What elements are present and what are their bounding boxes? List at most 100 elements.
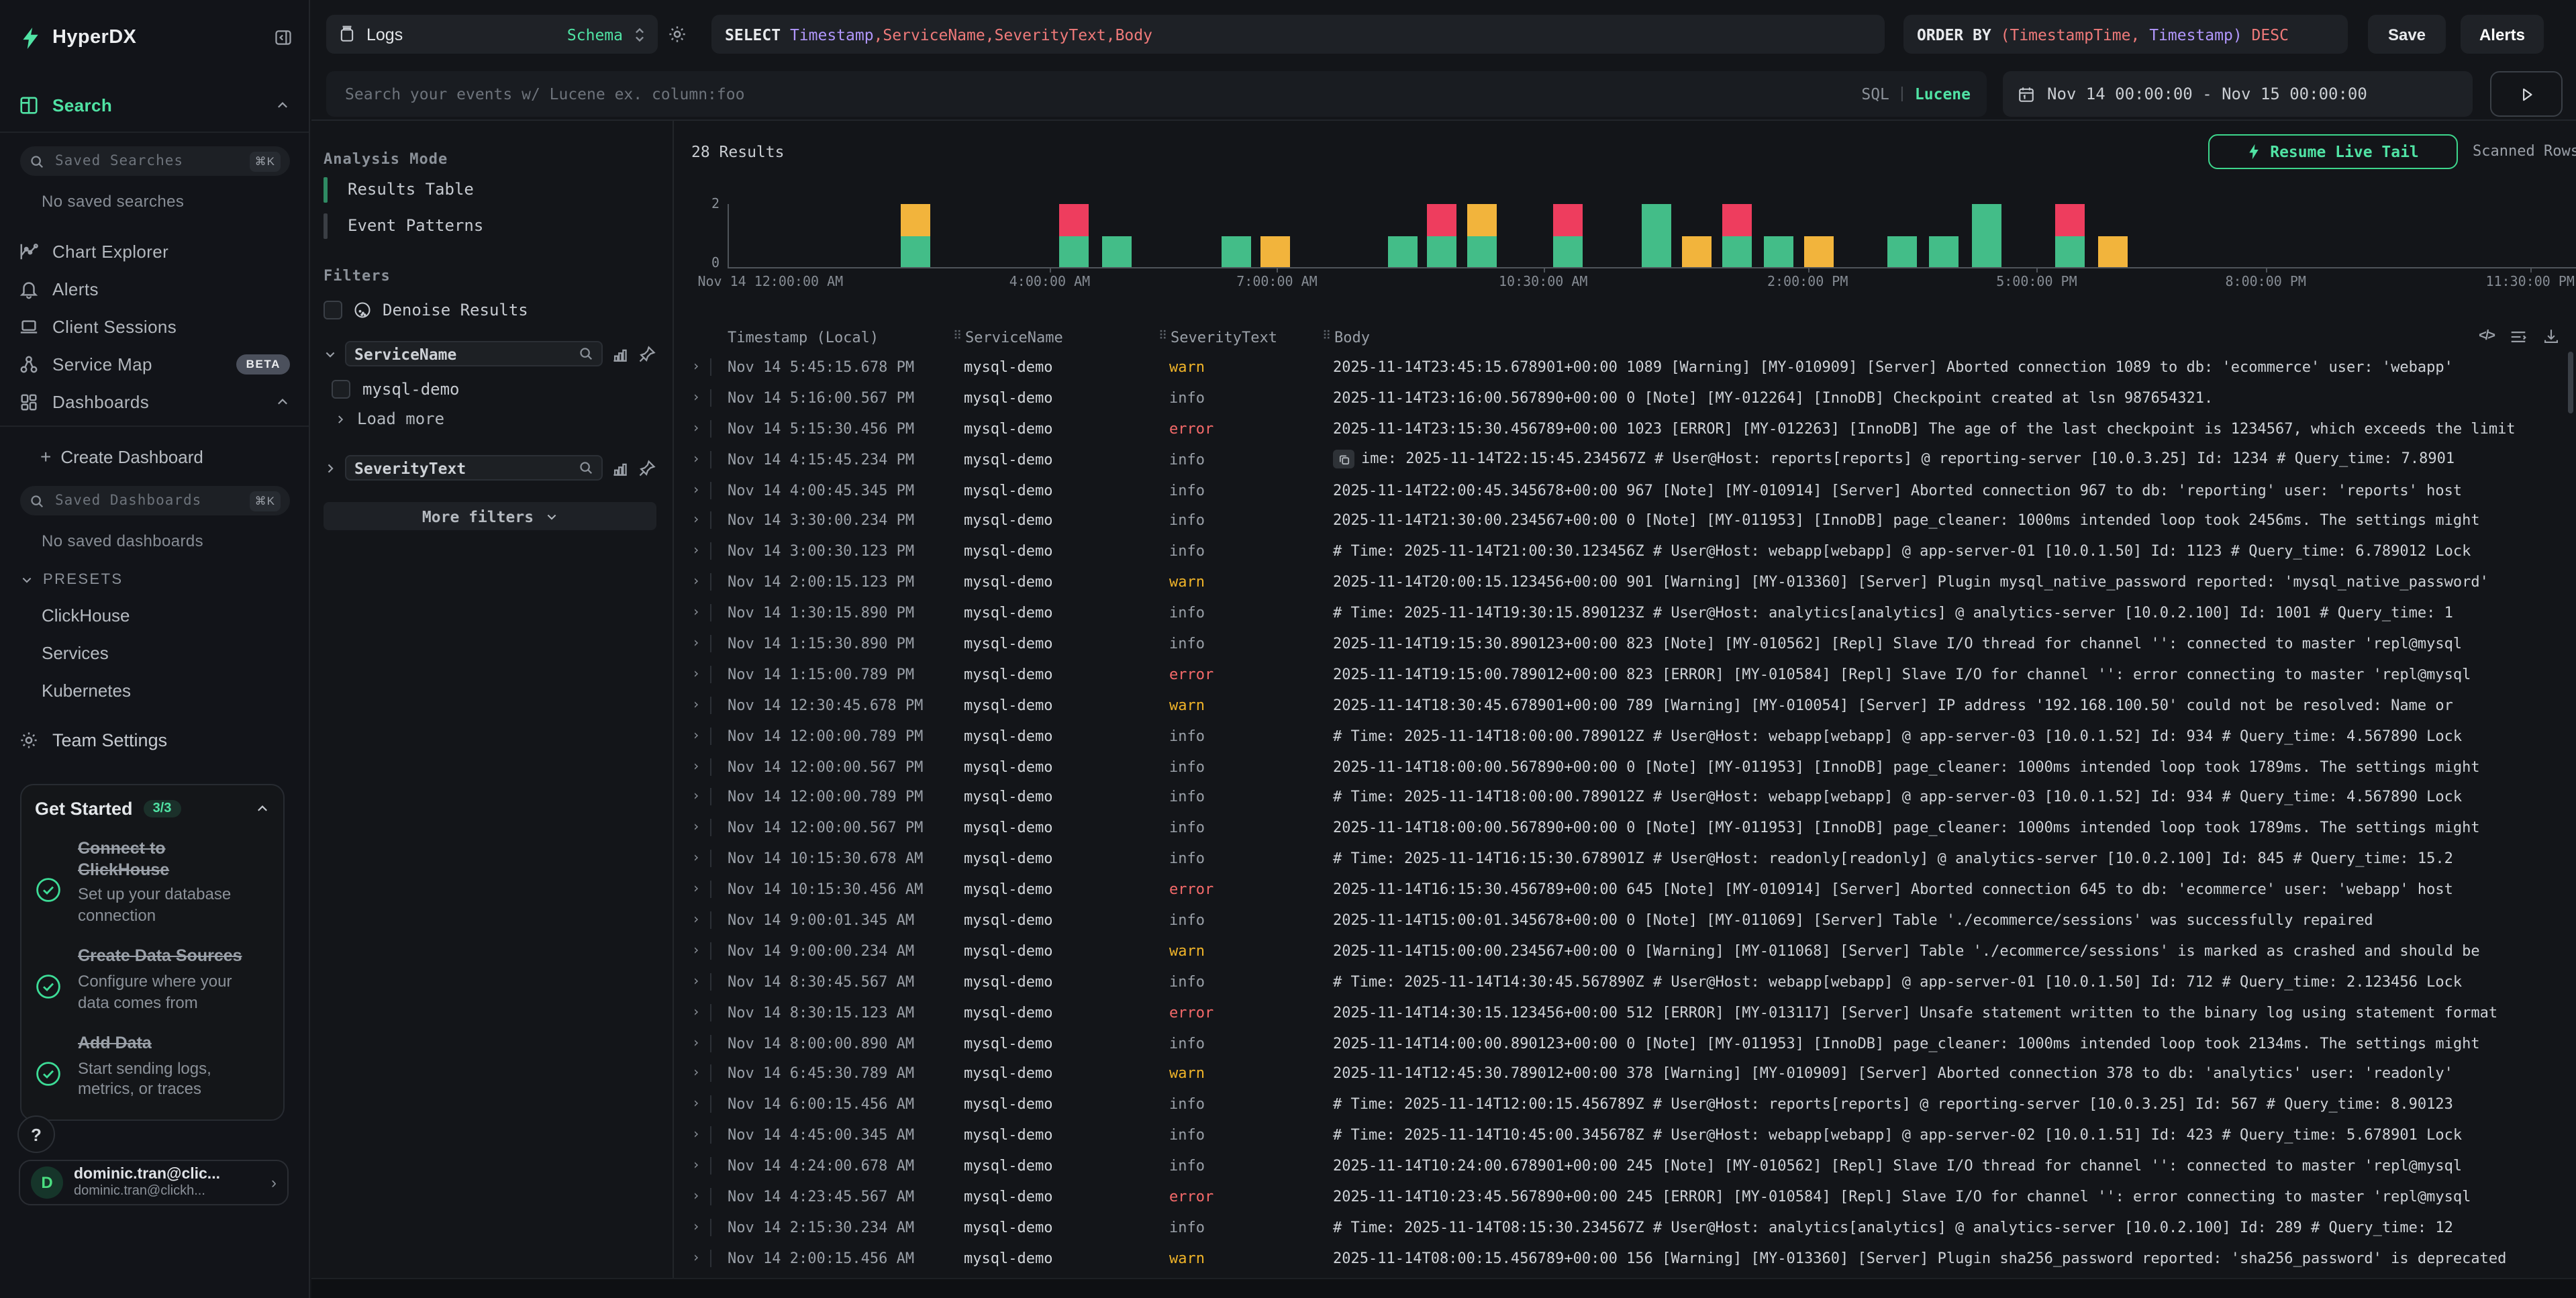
table-row[interactable]: › Nov 14 2:00:15.123 PM mysql-demo warn … — [682, 566, 2576, 597]
table-row[interactable]: › Nov 14 1:15:30.890 PM mysql-demo info … — [682, 628, 2576, 659]
expand-row-chevron[interactable]: › — [682, 973, 711, 991]
preset-clickhouse[interactable]: ClickHouse — [42, 605, 309, 626]
table-row[interactable]: › Nov 14 8:30:45.567 AM mysql-demo info … — [682, 966, 2576, 997]
table-row[interactable]: › Nov 14 1:30:15.890 PM mysql-demo info … — [682, 597, 2576, 628]
table-row[interactable]: › Nov 14 5:45:15.678 PM mysql-demo warn … — [682, 352, 2576, 383]
histogram-bar[interactable] — [1641, 204, 1671, 267]
search-input[interactable] — [342, 83, 1850, 105]
expand-row-chevron[interactable]: › — [682, 604, 711, 621]
denoise-checkbox[interactable] — [324, 301, 342, 319]
chevron-up-icon[interactable] — [275, 97, 290, 112]
row-height-icon[interactable] — [2509, 328, 2528, 344]
histogram-bar[interactable] — [901, 204, 930, 267]
table-row[interactable]: › Nov 14 9:00:00.234 AM mysql-demo warn … — [682, 936, 2576, 966]
chevron-down-icon[interactable] — [324, 347, 337, 360]
table-row[interactable]: › Nov 14 4:15:45.234 PM mysql-demo info … — [682, 444, 2576, 475]
expand-row-chevron[interactable]: › — [682, 696, 711, 713]
drag-handle-icon[interactable]: ⠿ — [953, 330, 965, 344]
histogram-bar[interactable] — [1060, 204, 1089, 267]
lucene-search-bar[interactable]: SQL | Lucene — [326, 71, 1987, 117]
source-settings-gear-icon[interactable] — [667, 24, 687, 44]
table-row[interactable]: › Nov 14 5:16:00.567 PM mysql-demo info … — [682, 383, 2576, 413]
histogram-bar[interactable] — [2097, 236, 2127, 267]
denoise-results-toggle[interactable]: Denoise Results — [324, 301, 656, 319]
col-body[interactable]: ⠿Body — [1322, 328, 2576, 346]
drag-handle-icon[interactable]: ⠿ — [1322, 330, 1334, 344]
expand-row-chevron[interactable]: › — [682, 1219, 711, 1236]
table-row[interactable]: › Nov 14 8:00:00.890 AM mysql-demo info … — [682, 1028, 2576, 1058]
expand-row-chevron[interactable]: › — [682, 358, 711, 376]
chevron-up-icon[interactable] — [255, 801, 270, 816]
bar-chart-icon[interactable] — [611, 344, 630, 363]
expand-row-chevron[interactable]: › — [682, 450, 711, 468]
sidebar-item-client-sessions[interactable]: Client Sessions — [0, 307, 309, 345]
source-select[interactable]: Logs Schema — [326, 15, 658, 54]
sql-toggle[interactable]: SQL — [1861, 85, 1889, 103]
col-servicename[interactable]: ⠿ServiceName — [953, 328, 1158, 346]
expand-row-chevron[interactable]: › — [682, 1065, 711, 1083]
sidebar-item-alerts[interactable]: Alerts — [0, 270, 309, 307]
expand-row-chevron[interactable]: › — [682, 942, 711, 960]
expand-row-chevron[interactable]: › — [682, 727, 711, 744]
facet-search-box[interactable]: SeverityText — [345, 455, 603, 481]
expand-row-chevron[interactable]: › — [682, 1096, 711, 1113]
table-row[interactable]: › Nov 14 6:00:15.456 AM mysql-demo info … — [682, 1089, 2576, 1120]
create-dashboard-button[interactable]: + Create Dashboard — [40, 446, 309, 467]
sidebar-item-team-settings[interactable]: Team Settings — [19, 730, 309, 750]
get-started-step[interactable]: Add Data Start sending logs, metrics, or… — [35, 1034, 270, 1101]
expand-row-chevron[interactable]: › — [682, 850, 711, 867]
expand-row-chevron[interactable]: › — [682, 573, 711, 591]
table-row[interactable]: › Nov 14 4:23:45.567 AM mysql-demo error… — [682, 1181, 2576, 1212]
saved-searches-search[interactable]: ⌘K — [20, 146, 290, 176]
copy-icon[interactable] — [1333, 450, 1354, 469]
saved-dashboards-search[interactable]: ⌘K — [20, 486, 290, 515]
expand-row-chevron[interactable]: › — [682, 512, 711, 530]
expand-row-chevron[interactable]: › — [682, 1188, 711, 1205]
get-started-step[interactable]: Create Data Sources Configure where your… — [35, 947, 270, 1014]
expand-row-chevron[interactable]: › — [682, 789, 711, 806]
histogram-plot[interactable] — [728, 204, 2576, 268]
table-row[interactable]: › Nov 14 3:30:00.234 PM mysql-demo info … — [682, 505, 2576, 536]
histogram-bar[interactable] — [2055, 204, 2085, 267]
table-row[interactable]: › Nov 14 10:15:30.456 AM mysql-demo erro… — [682, 874, 2576, 905]
date-range-picker[interactable]: Nov 14 00:00:00 - Nov 15 00:00:00 — [2003, 71, 2473, 117]
alerts-button[interactable]: Alerts — [2461, 15, 2544, 54]
sidebar-item-search[interactable]: Search — [0, 89, 309, 121]
saved-searches-input[interactable] — [52, 152, 242, 170]
saved-dashboards-input[interactable] — [52, 491, 242, 510]
get-started-step[interactable]: Connect to ClickHouse Set up your databa… — [35, 839, 270, 927]
histogram-bar[interactable] — [1887, 236, 1917, 267]
sidebar-item-service-map[interactable]: Service Map BETA — [0, 345, 309, 383]
histogram-bar[interactable] — [1427, 204, 1456, 267]
expand-row-chevron[interactable]: › — [682, 1157, 711, 1175]
histogram-bar[interactable] — [1222, 236, 1252, 267]
histogram-bar[interactable] — [1388, 236, 1418, 267]
table-row[interactable]: › Nov 14 12:00:00.789 PM mysql-demo info… — [682, 782, 2576, 813]
expand-row-chevron[interactable]: › — [682, 543, 711, 560]
table-row[interactable]: › Nov 14 2:00:15.456 AM mysql-demo warn … — [682, 1243, 2576, 1274]
histogram-bar[interactable] — [1972, 204, 2001, 267]
preset-kubernetes[interactable]: Kubernetes — [42, 681, 309, 701]
histogram-bar[interactable] — [1552, 204, 1582, 267]
expand-row-chevron[interactable]: › — [682, 1126, 711, 1144]
expand-row-chevron[interactable]: › — [682, 481, 711, 499]
user-menu[interactable]: D dominic.tran@clic... dominic.tran@clic… — [19, 1160, 289, 1205]
col-timestamp[interactable]: Timestamp (Local) — [728, 328, 953, 346]
resume-live-tail-button[interactable]: Resume Live Tail — [2208, 134, 2458, 169]
histogram-bar[interactable] — [1723, 204, 1752, 267]
histogram-bar[interactable] — [1763, 236, 1793, 267]
expand-row-chevron[interactable]: › — [682, 389, 711, 407]
chevron-right-icon[interactable] — [324, 461, 337, 475]
pin-icon[interactable] — [638, 458, 656, 477]
run-query-button[interactable] — [2490, 71, 2563, 117]
table-row[interactable]: › Nov 14 12:00:00.789 PM mysql-demo info… — [682, 720, 2576, 751]
facet-search-box[interactable]: ServiceName — [345, 341, 603, 366]
pin-icon[interactable] — [638, 344, 656, 363]
expand-row-chevron[interactable]: › — [682, 635, 711, 652]
expand-row-chevron[interactable]: › — [682, 758, 711, 775]
more-filters-button[interactable]: More filters — [324, 502, 656, 530]
mode-results-table[interactable]: Results Table — [324, 176, 656, 204]
help-button[interactable]: ? — [17, 1115, 55, 1153]
sidebar-item-chart-explorer[interactable]: Chart Explorer — [0, 232, 309, 270]
expand-row-chevron[interactable]: › — [682, 1003, 711, 1021]
